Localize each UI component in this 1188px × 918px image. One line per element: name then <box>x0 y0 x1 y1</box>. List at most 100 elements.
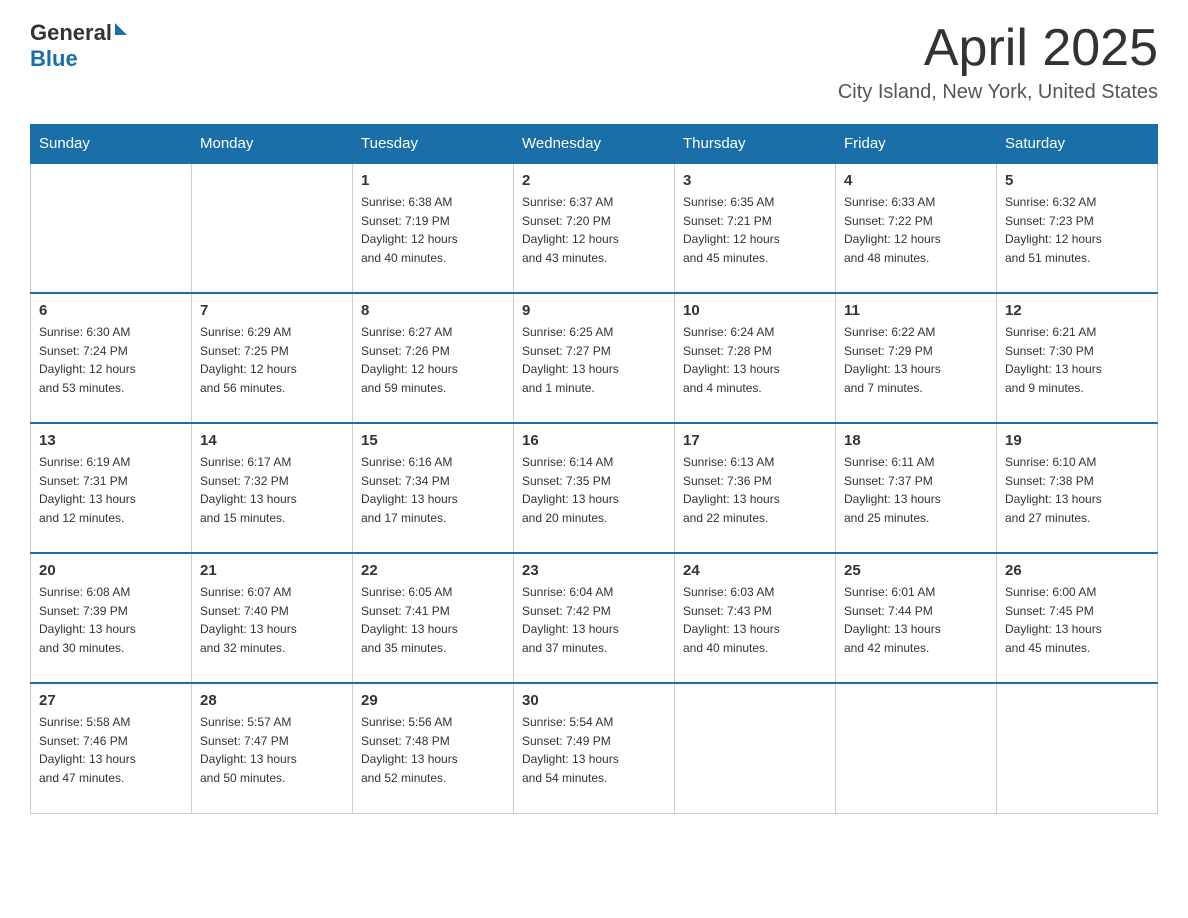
day-number: 28 <box>200 692 344 709</box>
day-cell <box>836 683 997 813</box>
day-number: 20 <box>39 562 183 579</box>
day-cell: 11 Sunrise: 6:22 AM Sunset: 7:29 PM Dayli… <box>836 293 997 423</box>
calendar-subtitle: City Island, New York, United States <box>838 81 1158 104</box>
day-info: Sunrise: 6:35 AM Sunset: 7:21 PM Dayligh… <box>683 193 827 267</box>
day-number: 27 <box>39 692 183 709</box>
day-number: 24 <box>683 562 827 579</box>
day-cell: 29 Sunrise: 5:56 AM Sunset: 7:48 PM Dayli… <box>353 683 514 813</box>
day-cell: 12 Sunrise: 6:21 AM Sunset: 7:30 PM Dayli… <box>997 293 1158 423</box>
day-info: Sunrise: 6:01 AM Sunset: 7:44 PM Dayligh… <box>844 583 988 657</box>
day-cell: 4Sunrise: 6:33 AM Sunset: 7:22 PM Daylig… <box>836 163 997 293</box>
day-info: Sunrise: 5:57 AM Sunset: 7:47 PM Dayligh… <box>200 713 344 787</box>
day-number: 8 <box>361 302 505 319</box>
page-header: General Blue April 2025 City Island, New… <box>30 20 1158 104</box>
day-info: Sunrise: 6:10 AM Sunset: 7:38 PM Dayligh… <box>1005 453 1149 527</box>
day-number: 22 <box>361 562 505 579</box>
header-cell-friday: Friday <box>836 125 997 164</box>
day-cell: 24Sunrise: 6:03 AM Sunset: 7:43 PM Dayli… <box>675 553 836 683</box>
day-cell: 2 Sunrise: 6:37 AM Sunset: 7:20 PM Daylig… <box>514 163 675 293</box>
day-cell: 28 Sunrise: 5:57 AM Sunset: 7:47 PM Dayli… <box>192 683 353 813</box>
day-cell: 27 Sunrise: 5:58 AM Sunset: 7:46 PM Dayli… <box>31 683 192 813</box>
day-cell: 7Sunrise: 6:29 AM Sunset: 7:25 PM Daylig… <box>192 293 353 423</box>
day-info: Sunrise: 6:07 AM Sunset: 7:40 PM Dayligh… <box>200 583 344 657</box>
day-info: Sunrise: 6:11 AM Sunset: 7:37 PM Dayligh… <box>844 453 988 527</box>
logo-triangle-icon <box>115 23 127 35</box>
day-cell <box>31 163 192 293</box>
day-cell: 14 Sunrise: 6:17 AM Sunset: 7:32 PM Dayli… <box>192 423 353 553</box>
day-cell: 22 Sunrise: 6:05 AM Sunset: 7:41 PM Dayli… <box>353 553 514 683</box>
day-info: Sunrise: 6:05 AM Sunset: 7:41 PM Dayligh… <box>361 583 505 657</box>
logo-general: General <box>30 20 112 46</box>
day-cell: 15 Sunrise: 6:16 AM Sunset: 7:34 PM Dayli… <box>353 423 514 553</box>
day-info: Sunrise: 5:56 AM Sunset: 7:48 PM Dayligh… <box>361 713 505 787</box>
day-cell: 20 Sunrise: 6:08 AM Sunset: 7:39 PM Dayli… <box>31 553 192 683</box>
day-info: Sunrise: 5:54 AM Sunset: 7:49 PM Dayligh… <box>522 713 666 787</box>
day-info: Sunrise: 6:27 AM Sunset: 7:26 PM Dayligh… <box>361 323 505 397</box>
day-number: 29 <box>361 692 505 709</box>
day-number: 14 <box>200 432 344 449</box>
day-number: 9 <box>522 302 666 319</box>
header-cell-wednesday: Wednesday <box>514 125 675 164</box>
day-info: Sunrise: 6:33 AM Sunset: 7:22 PM Dayligh… <box>844 193 988 267</box>
week-row-1: 1 Sunrise: 6:38 AM Sunset: 7:19 PM Daylig… <box>31 163 1158 293</box>
day-cell: 13 Sunrise: 6:19 AM Sunset: 7:31 PM Dayli… <box>31 423 192 553</box>
day-cell: 23 Sunrise: 6:04 AM Sunset: 7:42 PM Dayli… <box>514 553 675 683</box>
day-info: Sunrise: 6:32 AM Sunset: 7:23 PM Dayligh… <box>1005 193 1149 267</box>
day-number: 21 <box>200 562 344 579</box>
day-info: Sunrise: 6:17 AM Sunset: 7:32 PM Dayligh… <box>200 453 344 527</box>
calendar-title: April 2025 <box>838 20 1158 77</box>
day-cell <box>675 683 836 813</box>
day-cell: 10Sunrise: 6:24 AM Sunset: 7:28 PM Dayli… <box>675 293 836 423</box>
header-cell-tuesday: Tuesday <box>353 125 514 164</box>
day-info: Sunrise: 6:30 AM Sunset: 7:24 PM Dayligh… <box>39 323 183 397</box>
day-number: 11 <box>844 302 988 319</box>
day-number: 25 <box>844 562 988 579</box>
day-number: 1 <box>361 172 505 189</box>
title-block: April 2025 City Island, New York, United… <box>838 20 1158 104</box>
week-row-5: 27 Sunrise: 5:58 AM Sunset: 7:46 PM Dayli… <box>31 683 1158 813</box>
day-cell <box>192 163 353 293</box>
day-info: Sunrise: 6:21 AM Sunset: 7:30 PM Dayligh… <box>1005 323 1149 397</box>
day-cell: 25 Sunrise: 6:01 AM Sunset: 7:44 PM Dayli… <box>836 553 997 683</box>
day-number: 3 <box>683 172 827 189</box>
day-number: 7 <box>200 302 344 319</box>
day-number: 6 <box>39 302 183 319</box>
day-info: Sunrise: 6:22 AM Sunset: 7:29 PM Dayligh… <box>844 323 988 397</box>
week-row-2: 6 Sunrise: 6:30 AM Sunset: 7:24 PM Daylig… <box>31 293 1158 423</box>
day-cell: 6 Sunrise: 6:30 AM Sunset: 7:24 PM Daylig… <box>31 293 192 423</box>
header-row: SundayMondayTuesdayWednesdayThursdayFrid… <box>31 125 1158 164</box>
day-info: Sunrise: 6:19 AM Sunset: 7:31 PM Dayligh… <box>39 453 183 527</box>
day-cell: 8 Sunrise: 6:27 AM Sunset: 7:26 PM Daylig… <box>353 293 514 423</box>
logo: General Blue <box>30 20 127 72</box>
day-info: Sunrise: 6:08 AM Sunset: 7:39 PM Dayligh… <box>39 583 183 657</box>
day-info: Sunrise: 6:13 AM Sunset: 7:36 PM Dayligh… <box>683 453 827 527</box>
calendar-table: SundayMondayTuesdayWednesdayThursdayFrid… <box>30 124 1158 814</box>
day-number: 30 <box>522 692 666 709</box>
day-cell: 16Sunrise: 6:14 AM Sunset: 7:35 PM Dayli… <box>514 423 675 553</box>
day-cell <box>997 683 1158 813</box>
header-cell-monday: Monday <box>192 125 353 164</box>
day-info: Sunrise: 6:37 AM Sunset: 7:20 PM Dayligh… <box>522 193 666 267</box>
day-cell: 19Sunrise: 6:10 AM Sunset: 7:38 PM Dayli… <box>997 423 1158 553</box>
day-cell: 30 Sunrise: 5:54 AM Sunset: 7:49 PM Dayli… <box>514 683 675 813</box>
day-number: 15 <box>361 432 505 449</box>
day-number: 2 <box>522 172 666 189</box>
day-info: Sunrise: 6:16 AM Sunset: 7:34 PM Dayligh… <box>361 453 505 527</box>
day-info: Sunrise: 6:24 AM Sunset: 7:28 PM Dayligh… <box>683 323 827 397</box>
week-row-3: 13 Sunrise: 6:19 AM Sunset: 7:31 PM Dayli… <box>31 423 1158 553</box>
header-cell-saturday: Saturday <box>997 125 1158 164</box>
day-cell: 3 Sunrise: 6:35 AM Sunset: 7:21 PM Daylig… <box>675 163 836 293</box>
day-info: Sunrise: 6:04 AM Sunset: 7:42 PM Dayligh… <box>522 583 666 657</box>
day-number: 23 <box>522 562 666 579</box>
week-row-4: 20 Sunrise: 6:08 AM Sunset: 7:39 PM Dayli… <box>31 553 1158 683</box>
day-info: Sunrise: 6:00 AM Sunset: 7:45 PM Dayligh… <box>1005 583 1149 657</box>
day-number: 12 <box>1005 302 1149 319</box>
header-cell-sunday: Sunday <box>31 125 192 164</box>
day-info: Sunrise: 5:58 AM Sunset: 7:46 PM Dayligh… <box>39 713 183 787</box>
day-cell: 17Sunrise: 6:13 AM Sunset: 7:36 PM Dayli… <box>675 423 836 553</box>
day-number: 13 <box>39 432 183 449</box>
day-cell: 1 Sunrise: 6:38 AM Sunset: 7:19 PM Daylig… <box>353 163 514 293</box>
day-info: Sunrise: 6:25 AM Sunset: 7:27 PM Dayligh… <box>522 323 666 397</box>
header-cell-thursday: Thursday <box>675 125 836 164</box>
day-info: Sunrise: 6:38 AM Sunset: 7:19 PM Dayligh… <box>361 193 505 267</box>
